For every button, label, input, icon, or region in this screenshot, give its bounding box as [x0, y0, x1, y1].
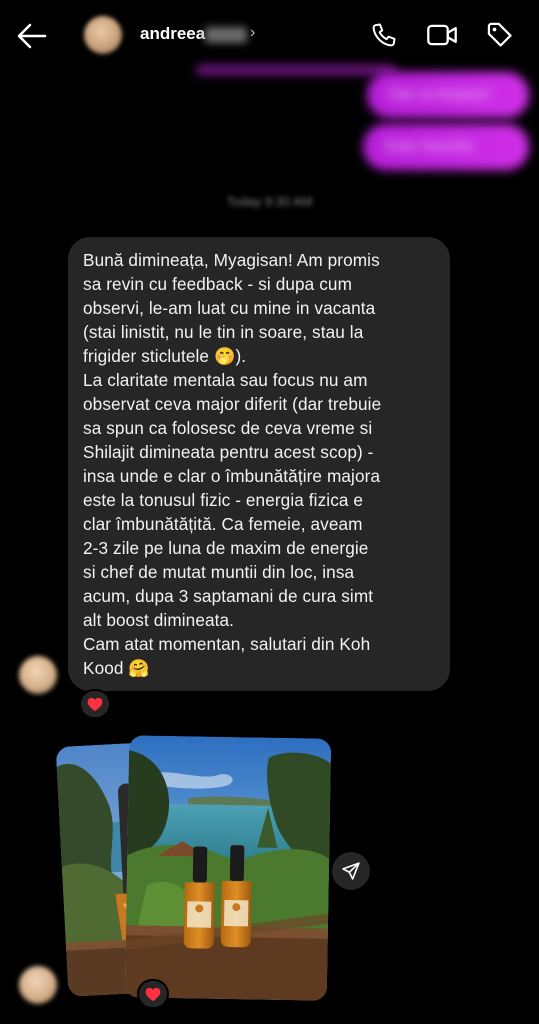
contact-name[interactable]: andreea	[140, 24, 205, 44]
tag-icon	[487, 22, 512, 47]
outgoing-message[interactable]: Este favorite	[363, 124, 529, 170]
outgoing-message-text: Este favorite	[385, 138, 474, 155]
heart-icon	[87, 697, 103, 711]
video-camera-icon	[427, 24, 457, 46]
chevron-right-icon[interactable]: ›	[250, 24, 255, 42]
sender-avatar[interactable]	[19, 966, 57, 1004]
contact-name-redacted	[205, 27, 247, 43]
previous-message-fragment	[196, 66, 396, 74]
incoming-message-text: Bună dimineața, Myagisan! Am promis sa r…	[83, 250, 382, 678]
contact-avatar[interactable]	[84, 16, 122, 54]
tag-button[interactable]	[483, 18, 517, 52]
message-reaction[interactable]	[79, 689, 111, 719]
message-timestamp: Today 9:30 AM	[226, 194, 313, 209]
send-icon	[342, 862, 360, 880]
chat-header: andreea ›	[0, 0, 539, 72]
heart-icon	[145, 987, 161, 1001]
photo-reaction[interactable]	[137, 979, 169, 1009]
incoming-message[interactable]: Bună dimineața, Myagisan! Am promis sa r…	[68, 237, 450, 691]
back-button[interactable]	[14, 18, 50, 54]
outgoing-message-text: Dar ai drepturi	[389, 86, 491, 103]
shared-photo[interactable]	[124, 735, 332, 1001]
phone-icon	[372, 23, 396, 47]
video-call-button[interactable]	[425, 18, 459, 52]
arrow-left-icon	[17, 23, 47, 49]
outgoing-message[interactable]: Dar ai drepturi	[367, 72, 529, 118]
sender-avatar[interactable]	[19, 656, 57, 694]
share-button[interactable]	[332, 852, 370, 890]
call-button[interactable]	[367, 18, 401, 52]
photo-image	[124, 735, 332, 1001]
